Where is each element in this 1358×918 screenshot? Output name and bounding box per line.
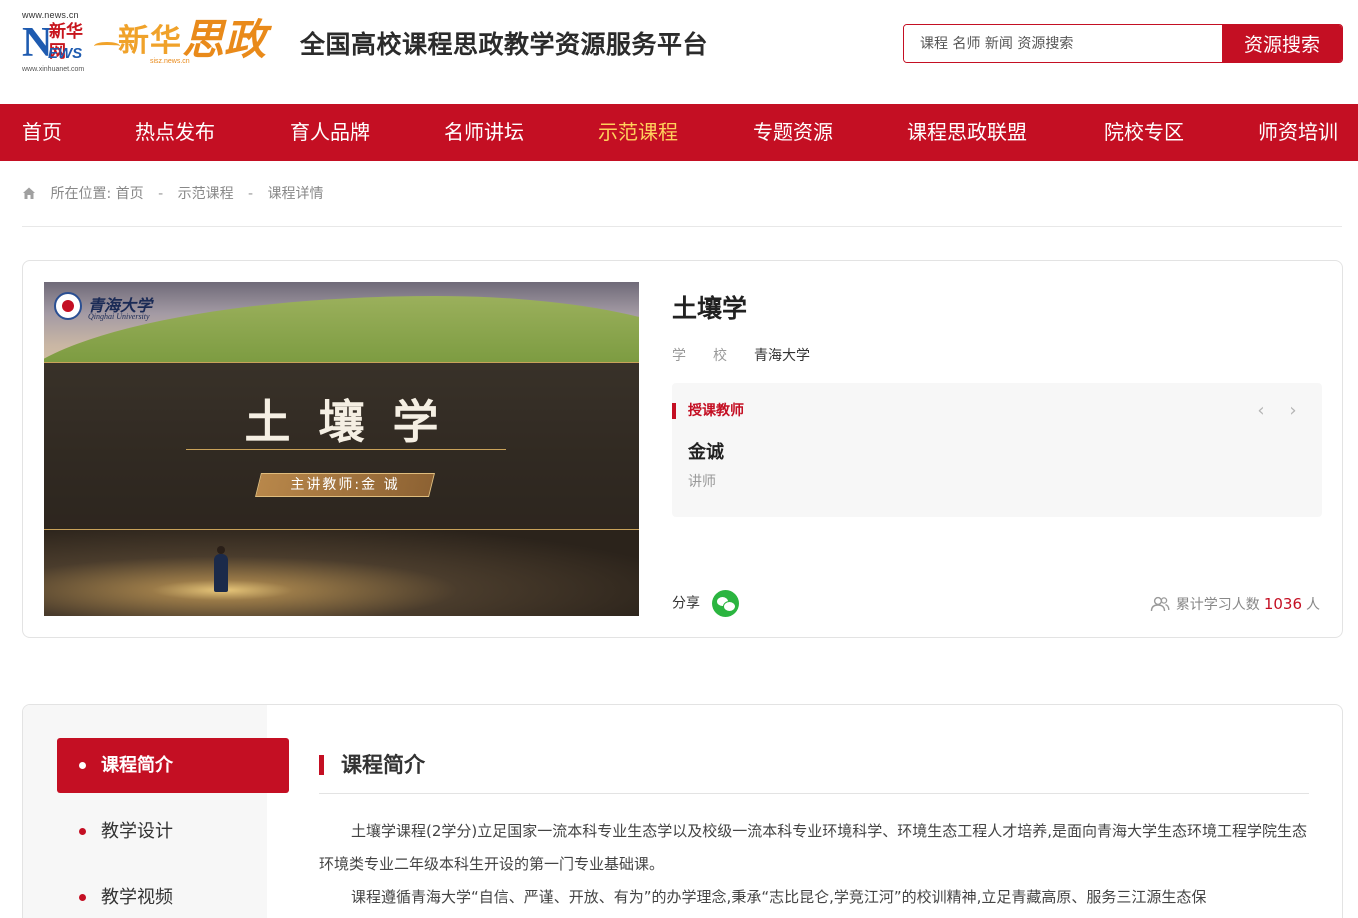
home-icon (23, 187, 35, 199)
chevron-right-icon[interactable]: › (1281, 399, 1305, 423)
breadcrumb-demo-courses-link[interactable]: 示范课程 (178, 186, 234, 202)
breadcrumb-separator: - (158, 186, 164, 202)
course-cover-image[interactable]: 青海大学 Qinghai University 土壤学 主讲教师:金 诚 (44, 282, 639, 616)
course-card: 青海大学 Qinghai University 土壤学 主讲教师:金 诚 土壤学… (22, 260, 1343, 638)
course-title: 土壤学 (672, 294, 748, 323)
school-label: 学校 (672, 348, 754, 364)
nav-item-alliance[interactable]: 课程思政联盟 (907, 104, 1027, 161)
breadcrumb-separator: - (248, 186, 254, 202)
main-nav: 首页 热点发布 育人品牌 名师讲坛 示范课程 专题资源 课程思政联盟 院校专区 … (0, 104, 1358, 161)
site-header: www.news.cn N 新华网 EWS www.xinhuanet.com … (0, 0, 1358, 104)
logo-letters-ews: EWS (48, 45, 83, 62)
nav-item-education-brand[interactable]: 育人品牌 (290, 104, 370, 161)
learner-count-number: 1036 (1263, 595, 1302, 613)
nav-item-home[interactable]: 首页 (22, 104, 62, 161)
sidebar-item-teaching-video[interactable]: 教学视频 (57, 870, 289, 918)
learner-count: 累计学习人数 1036 人 (1150, 592, 1320, 617)
share-label: 分享 (672, 595, 700, 612)
breadcrumb-prefix: 所在位置: (50, 186, 112, 202)
teacher-rank: 讲师 (688, 474, 716, 490)
logo-sizheng-text: 思政 (182, 15, 267, 64)
breadcrumb: 所在位置: 首页 - 示范课程 - 课程详情 (22, 182, 324, 206)
cover-person-figure (214, 546, 228, 592)
logo-url-top: www.news.cn (22, 10, 79, 20)
course-school: 学校青海大学 (672, 345, 810, 367)
section-title: 课程简介 (341, 753, 425, 777)
cover-university-en: Qinghai University (88, 312, 150, 321)
nav-item-college-zone[interactable]: 院校专区 (1104, 104, 1184, 161)
learner-count-label: 累计学习人数 (1175, 597, 1260, 613)
intro-paragraph: 土壤学课程(2学分)立足国家一流本科专业生态学以及校级一流本科专业环境科学、环境… (319, 822, 1308, 873)
teacher-panel: 授课教师 ‹ › 金诚 讲师 (672, 383, 1322, 517)
cover-cave-light (44, 530, 639, 616)
cover-teacher-tag: 主讲教师:金 诚 (290, 477, 400, 493)
section-divider (319, 793, 1309, 794)
teacher-panel-accent (672, 403, 676, 419)
section-title-accent (319, 755, 324, 775)
search-input[interactable] (904, 25, 1224, 62)
search-button[interactable]: 资源搜索 (1222, 25, 1342, 62)
intro-paragraph: 课程遵循青海大学“自信、严谨、开放、有为”的办学理念,秉承“志比昆仑,学竞江河”… (351, 888, 1207, 906)
course-detail-card: 课程简介 教学设计 教学视频 课程简介 土壤学课程(2学分)立足国家一流本科专业… (22, 704, 1343, 918)
logo-xinhua-text: 新华 (118, 23, 182, 59)
teacher-panel-header: 授课教师 (688, 403, 744, 419)
logo-url-bottom: www.xinhuanet.com (22, 66, 85, 73)
wechat-share-icon[interactable] (712, 590, 739, 617)
sidebar-item-teaching-design[interactable]: 教学设计 (57, 804, 289, 859)
school-value: 青海大学 (754, 348, 810, 364)
xinhuanet-logo[interactable]: www.news.cn N 新华网 EWS www.xinhuanet.com (22, 10, 96, 74)
nav-item-famous-teachers[interactable]: 名师讲坛 (444, 104, 524, 161)
breadcrumb-current: 课程详情 (267, 186, 324, 202)
nav-item-teacher-training[interactable]: 师资培训 (1258, 104, 1338, 161)
people-icon (1150, 596, 1170, 612)
site-title: 全国高校课程思政教学资源服务平台 (300, 30, 709, 59)
teacher-name[interactable]: 金诚 (688, 439, 724, 467)
xinhua-sizheng-logo[interactable]: 新华 思政 sisz.news.cn (118, 15, 288, 74)
nav-item-topic-resources[interactable]: 专题资源 (753, 104, 833, 161)
search-box: 资源搜索 (903, 24, 1343, 63)
university-emblem-icon (54, 292, 82, 320)
breadcrumb-divider (22, 226, 1342, 227)
logo-swoosh-icon (94, 42, 120, 50)
learner-count-unit: 人 (1306, 597, 1320, 613)
sidebar-item-course-intro[interactable]: 课程简介 (57, 738, 289, 793)
nav-item-demo-courses[interactable]: 示范课程 (598, 104, 678, 161)
cover-title-underline (186, 449, 506, 450)
nav-item-hot-news[interactable]: 热点发布 (135, 104, 215, 161)
chevron-left-icon[interactable]: ‹ (1249, 399, 1273, 423)
cover-course-title: 土壤学 (244, 395, 467, 449)
breadcrumb-home-link[interactable]: 首页 (116, 186, 144, 202)
share-row: 分享 (672, 590, 739, 617)
logo-sizheng-url: sisz.news.cn (150, 58, 190, 65)
